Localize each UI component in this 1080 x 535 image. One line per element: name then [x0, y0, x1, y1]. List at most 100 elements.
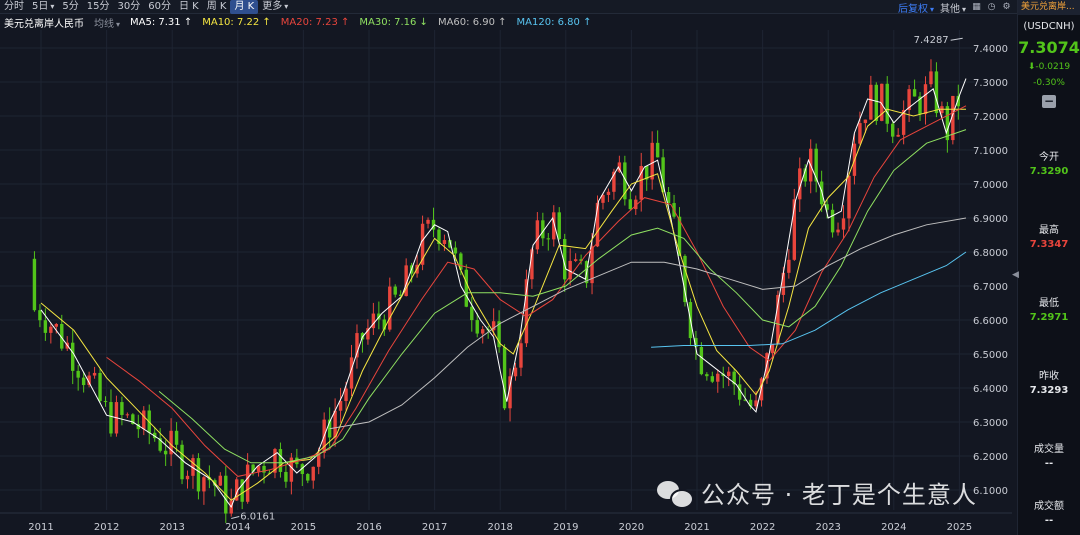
ma-line-ma120: [651, 251, 967, 348]
x-tick-label: 2014: [225, 522, 250, 533]
low-stat: 最低 7.2971: [1029, 298, 1069, 323]
candle-body: [306, 474, 310, 481]
y-tick-label: 7.0000: [973, 180, 1008, 191]
candle-body: [333, 410, 337, 438]
candle-body: [912, 89, 917, 97]
candle-body: [546, 238, 551, 240]
volume-stat: 成交量 --: [1034, 444, 1064, 469]
high-marker: [950, 37, 963, 41]
candle-body: [245, 464, 250, 502]
candle-body: [109, 402, 113, 434]
candle-body: [535, 220, 540, 250]
high-annotation: 7.4287: [914, 35, 949, 46]
candle-body: [770, 344, 775, 354]
candle-body: [661, 157, 665, 193]
candle-body: [934, 71, 939, 114]
candle-body: [43, 320, 48, 333]
ma-line-ma20: [106, 105, 967, 477]
timeframe-tab[interactable]: 周 K: [203, 0, 231, 14]
y-tick-label: 6.3000: [973, 418, 1008, 429]
timeframe-tab[interactable]: 5分: [58, 0, 82, 14]
candle-body: [185, 475, 190, 480]
timeframe-tab[interactable]: 更多 ▾: [258, 0, 292, 14]
candle-body: [142, 410, 146, 430]
x-tick-label: 2023: [815, 522, 840, 533]
x-tick-label: 2019: [553, 522, 578, 533]
candle-body: [71, 342, 75, 371]
candle-body: [699, 347, 704, 375]
candle-body: [716, 373, 720, 382]
candle-body: [278, 449, 283, 472]
candle-body: [513, 367, 518, 377]
high-stat: 最高 7.3347: [1029, 225, 1069, 250]
candle-body: [650, 142, 654, 180]
timeframe-tab[interactable]: 60分: [144, 0, 175, 14]
adjust-button[interactable]: 后复权 ▾: [898, 0, 934, 15]
price-change-pct: -0.30%: [1033, 78, 1065, 88]
candle-body: [174, 430, 179, 445]
candle-body: [470, 306, 474, 321]
ma-legend-item: MA120: 6.80 ↑: [516, 17, 592, 28]
candle-body: [32, 258, 37, 311]
candle-body: [628, 199, 633, 210]
candle-body: [464, 269, 469, 307]
timeframe-tab[interactable]: 5日 ▾: [28, 0, 58, 14]
candle-body: [393, 286, 397, 295]
moving-average-dropdown[interactable]: 均线 ▾: [94, 15, 120, 30]
turnover-stat: 成交额 --: [1034, 501, 1064, 526]
y-tick-label: 6.7000: [973, 282, 1008, 293]
instrument-name: 美元兑离岸...: [1018, 0, 1080, 15]
y-tick-label: 6.9000: [973, 214, 1008, 225]
timeframe-tab[interactable]: 30分: [114, 0, 145, 14]
x-tick-label: 2013: [159, 522, 184, 533]
candle-body: [163, 450, 168, 455]
timeframe-tab[interactable]: 月 K: [230, 0, 259, 14]
candle-body: [573, 259, 578, 261]
x-tick-label: 2016: [356, 522, 381, 533]
candle-body: [557, 212, 561, 240]
timeframe-tab[interactable]: 日 K: [175, 0, 203, 14]
ma-legend-item: MA5: 7.31 ↑: [130, 17, 193, 28]
candle-body: [81, 377, 86, 386]
candle-body: [705, 374, 709, 377]
x-tick-label: 2020: [619, 522, 644, 533]
candle-body: [92, 372, 97, 376]
candle-body: [781, 272, 786, 295]
y-tick-label: 7.3000: [973, 78, 1008, 89]
ma-line-ma60: [329, 217, 967, 430]
ma-legend-item: MA10: 7.22 ↑: [202, 17, 271, 28]
timeframe-tab[interactable]: 15分: [83, 0, 114, 14]
x-tick-label: 2025: [947, 522, 972, 533]
y-tick-label: 6.4000: [973, 384, 1008, 395]
candle-body: [727, 371, 731, 377]
candle-body: [655, 142, 660, 158]
candle-body: [453, 247, 458, 254]
remove-watchlist-button[interactable]: −: [1042, 95, 1056, 108]
instrument-code: (USDCNH): [1023, 21, 1075, 32]
candle-body: [847, 175, 851, 219]
candle-body: [426, 219, 430, 224]
clock-icon[interactable]: ◷: [987, 2, 996, 12]
x-tick-label: 2017: [422, 522, 447, 533]
candle-body: [787, 259, 791, 273]
wechat-icon: [657, 479, 694, 509]
x-tick-label: 2011: [28, 522, 53, 533]
candle-body: [606, 191, 611, 195]
x-tick-label: 2015: [291, 522, 316, 533]
timeframe-tab[interactable]: 分时: [0, 0, 28, 14]
collapse-sidebar-icon[interactable]: ◀: [1012, 270, 1019, 280]
y-tick-label: 7.4000: [973, 44, 1008, 55]
candle-body: [891, 123, 895, 137]
candlestick-chart[interactable]: 7.4000 7.3000 7.2000 7.1000 7.0000 6.9000 6.80…: [0, 30, 1017, 535]
layout-icon[interactable]: ▦: [972, 2, 981, 12]
ma-legend-item: MA60: 6.90 ↑: [437, 17, 507, 28]
candle-body: [945, 106, 950, 141]
x-tick-label: 2024: [881, 522, 906, 533]
ma-legend-item: MA20: 7.23 ↑: [280, 17, 350, 28]
candle-body: [311, 466, 315, 481]
settings-icon[interactable]: ⚙: [1002, 2, 1011, 12]
quote-sidebar: ◀ 美元兑离岸... (USDCNH) 7.3074 ⬇-0.0219 -0.3…: [1012, 0, 1080, 535]
other-menu-button[interactable]: 其他 ▾: [940, 0, 966, 15]
ma-line-ma10: [40, 108, 966, 501]
candle-body: [929, 71, 933, 85]
